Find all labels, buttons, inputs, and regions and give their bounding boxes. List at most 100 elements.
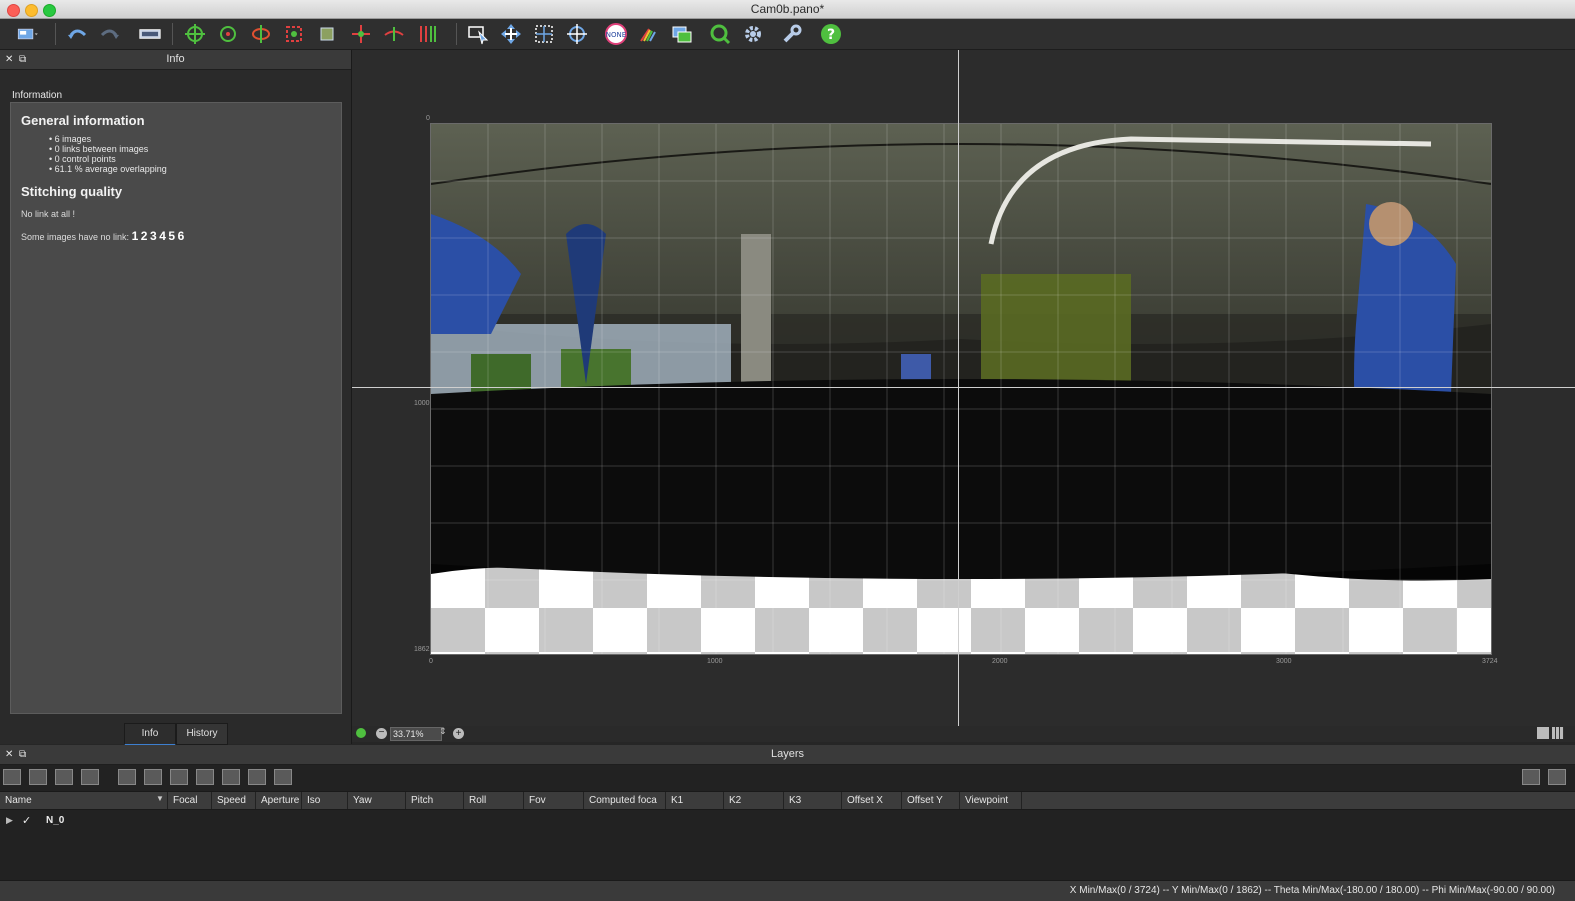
view-e-icon[interactable] xyxy=(1522,769,1540,785)
layers-icon[interactable] xyxy=(669,22,695,46)
column-header[interactable]: Iso xyxy=(302,792,348,809)
add-group-icon[interactable] xyxy=(118,769,136,785)
panorama-viewer[interactable]: 0 1000 1862 0 1000 2000 3000 3724 xyxy=(352,50,1575,726)
horizontal-guide xyxy=(352,387,1575,388)
zoom-fit-icon[interactable] xyxy=(356,728,366,738)
zoom-bar: − 33.71% ⇕ + xyxy=(352,726,1575,742)
column-header[interactable]: Name xyxy=(0,792,168,809)
svg-text:NONE: NONE xyxy=(606,31,626,39)
image-link[interactable]: 2 xyxy=(141,229,148,243)
tab-history[interactable]: History xyxy=(176,723,228,745)
zoom-stepper-icon[interactable]: ⇕ xyxy=(439,726,447,737)
gear-icon[interactable] xyxy=(740,22,766,46)
y-tick-label: 1862 xyxy=(414,646,430,653)
info-panel-header: ✕ ⧉ Info xyxy=(0,50,351,70)
preview-icon[interactable] xyxy=(134,22,166,46)
center-icon[interactable] xyxy=(564,22,590,46)
close-icon[interactable]: ✕ xyxy=(5,50,13,69)
column-header[interactable]: K2 xyxy=(724,792,784,809)
list-item: 6 images xyxy=(49,134,331,144)
column-header[interactable]: K3 xyxy=(784,792,842,809)
float-icon[interactable]: ⧉ xyxy=(19,50,26,69)
general-info-list: 6 images 0 links between images 0 contro… xyxy=(21,134,331,174)
help-icon[interactable]: ? xyxy=(818,22,844,46)
search-icon[interactable] xyxy=(707,22,733,46)
image-settings-icon[interactable] xyxy=(81,769,99,785)
image-link[interactable]: 6 xyxy=(178,229,185,243)
project-menu-icon[interactable] xyxy=(8,22,48,46)
target-icon[interactable] xyxy=(215,22,241,46)
color-icon[interactable] xyxy=(636,22,662,46)
remove-group-icon[interactable] xyxy=(144,769,162,785)
zoom-out-icon[interactable]: − xyxy=(376,728,387,739)
crop-icon[interactable] xyxy=(281,22,307,46)
layer-name: N_0 xyxy=(46,815,65,826)
list-item: 0 control points xyxy=(49,154,331,164)
column-header[interactable]: Fov xyxy=(524,792,584,809)
move-icon[interactable] xyxy=(498,22,524,46)
add-image-icon[interactable] xyxy=(3,769,21,785)
image-link[interactable]: 3 xyxy=(150,229,157,243)
column-header[interactable]: Focal xyxy=(168,792,212,809)
group-b-icon[interactable] xyxy=(196,769,214,785)
group-f-icon[interactable] xyxy=(222,769,240,785)
no-link-label: Some images have no link: xyxy=(21,232,130,242)
column-header[interactable]: Speed xyxy=(212,792,256,809)
image-link[interactable]: 1 xyxy=(132,229,139,243)
none-icon[interactable]: NONE xyxy=(603,22,629,46)
status-bar: X Min/Max(0 / 3724) -- Y Min/Max(0 / 186… xyxy=(0,880,1575,901)
vertical-lines-icon[interactable] xyxy=(414,22,440,46)
layers-panel-title: Layers xyxy=(770,748,805,760)
square-icon[interactable] xyxy=(314,22,340,46)
rotate-icon[interactable] xyxy=(248,22,274,46)
crosshair-icon[interactable] xyxy=(182,22,208,46)
group-t-icon[interactable] xyxy=(248,769,266,785)
zoom-in-icon[interactable]: + xyxy=(453,728,464,739)
zoom-input[interactable]: 33.71% xyxy=(390,727,442,741)
list-item: 0 links between images xyxy=(49,144,331,154)
float-icon[interactable]: ⧉ xyxy=(19,745,26,764)
column-header[interactable]: Viewpoint xyxy=(960,792,1022,809)
panorama-image[interactable] xyxy=(430,123,1492,655)
layout-grid-icon[interactable] xyxy=(1552,727,1564,739)
status-text: X Min/Max(0 / 3724) -- Y Min/Max(0 / 186… xyxy=(1069,885,1555,896)
layers-toolbar xyxy=(0,765,1575,789)
view-l-icon[interactable] xyxy=(1548,769,1566,785)
column-header[interactable]: Pitch xyxy=(406,792,464,809)
edit-image-icon[interactable] xyxy=(55,769,73,785)
grid-icon[interactable] xyxy=(531,22,557,46)
undo-icon[interactable] xyxy=(64,22,90,46)
window-title: Cam0b.pano* xyxy=(750,2,825,16)
control-point-icon[interactable] xyxy=(348,22,374,46)
no-link-text: No link at all ! xyxy=(21,209,76,219)
x-tick-label: 1000 xyxy=(707,658,723,665)
section-label: Information xyxy=(12,90,63,101)
layout-single-icon[interactable] xyxy=(1537,727,1549,739)
no-link-images: Some images have no link: 1 2 3 4 5 6 xyxy=(21,229,331,243)
column-header[interactable]: Aperture xyxy=(256,792,302,809)
close-icon[interactable]: ✕ xyxy=(5,745,13,764)
image-link[interactable]: 4 xyxy=(159,229,166,243)
column-header[interactable]: K1 xyxy=(666,792,724,809)
redo-icon[interactable] xyxy=(97,22,123,46)
image-link[interactable]: 5 xyxy=(168,229,175,243)
horizon-icon[interactable] xyxy=(381,22,407,46)
title-bar: Cam0b.pano* xyxy=(0,0,1575,19)
expand-arrow-icon[interactable]: ▶ xyxy=(6,815,13,826)
column-header[interactable]: Computed foca xyxy=(584,792,666,809)
y-tick-label: 1000 xyxy=(414,400,430,407)
column-header[interactable]: Offset X xyxy=(842,792,902,809)
tab-info[interactable]: Info xyxy=(124,723,176,746)
general-info-title: General information xyxy=(21,113,145,128)
table-row[interactable]: ▶ ✓ N_0 xyxy=(0,813,1575,829)
remove-image-icon[interactable] xyxy=(29,769,47,785)
column-header[interactable]: Offset Y xyxy=(902,792,960,809)
checkbox-check-icon[interactable]: ✓ xyxy=(22,814,31,827)
svg-text:?: ? xyxy=(827,27,835,43)
column-header[interactable]: Yaw xyxy=(348,792,406,809)
group-s-icon[interactable] xyxy=(274,769,292,785)
column-header[interactable]: Roll xyxy=(464,792,524,809)
group-a-icon[interactable] xyxy=(170,769,188,785)
select-icon[interactable] xyxy=(465,22,491,46)
wrench-icon[interactable] xyxy=(779,22,805,46)
